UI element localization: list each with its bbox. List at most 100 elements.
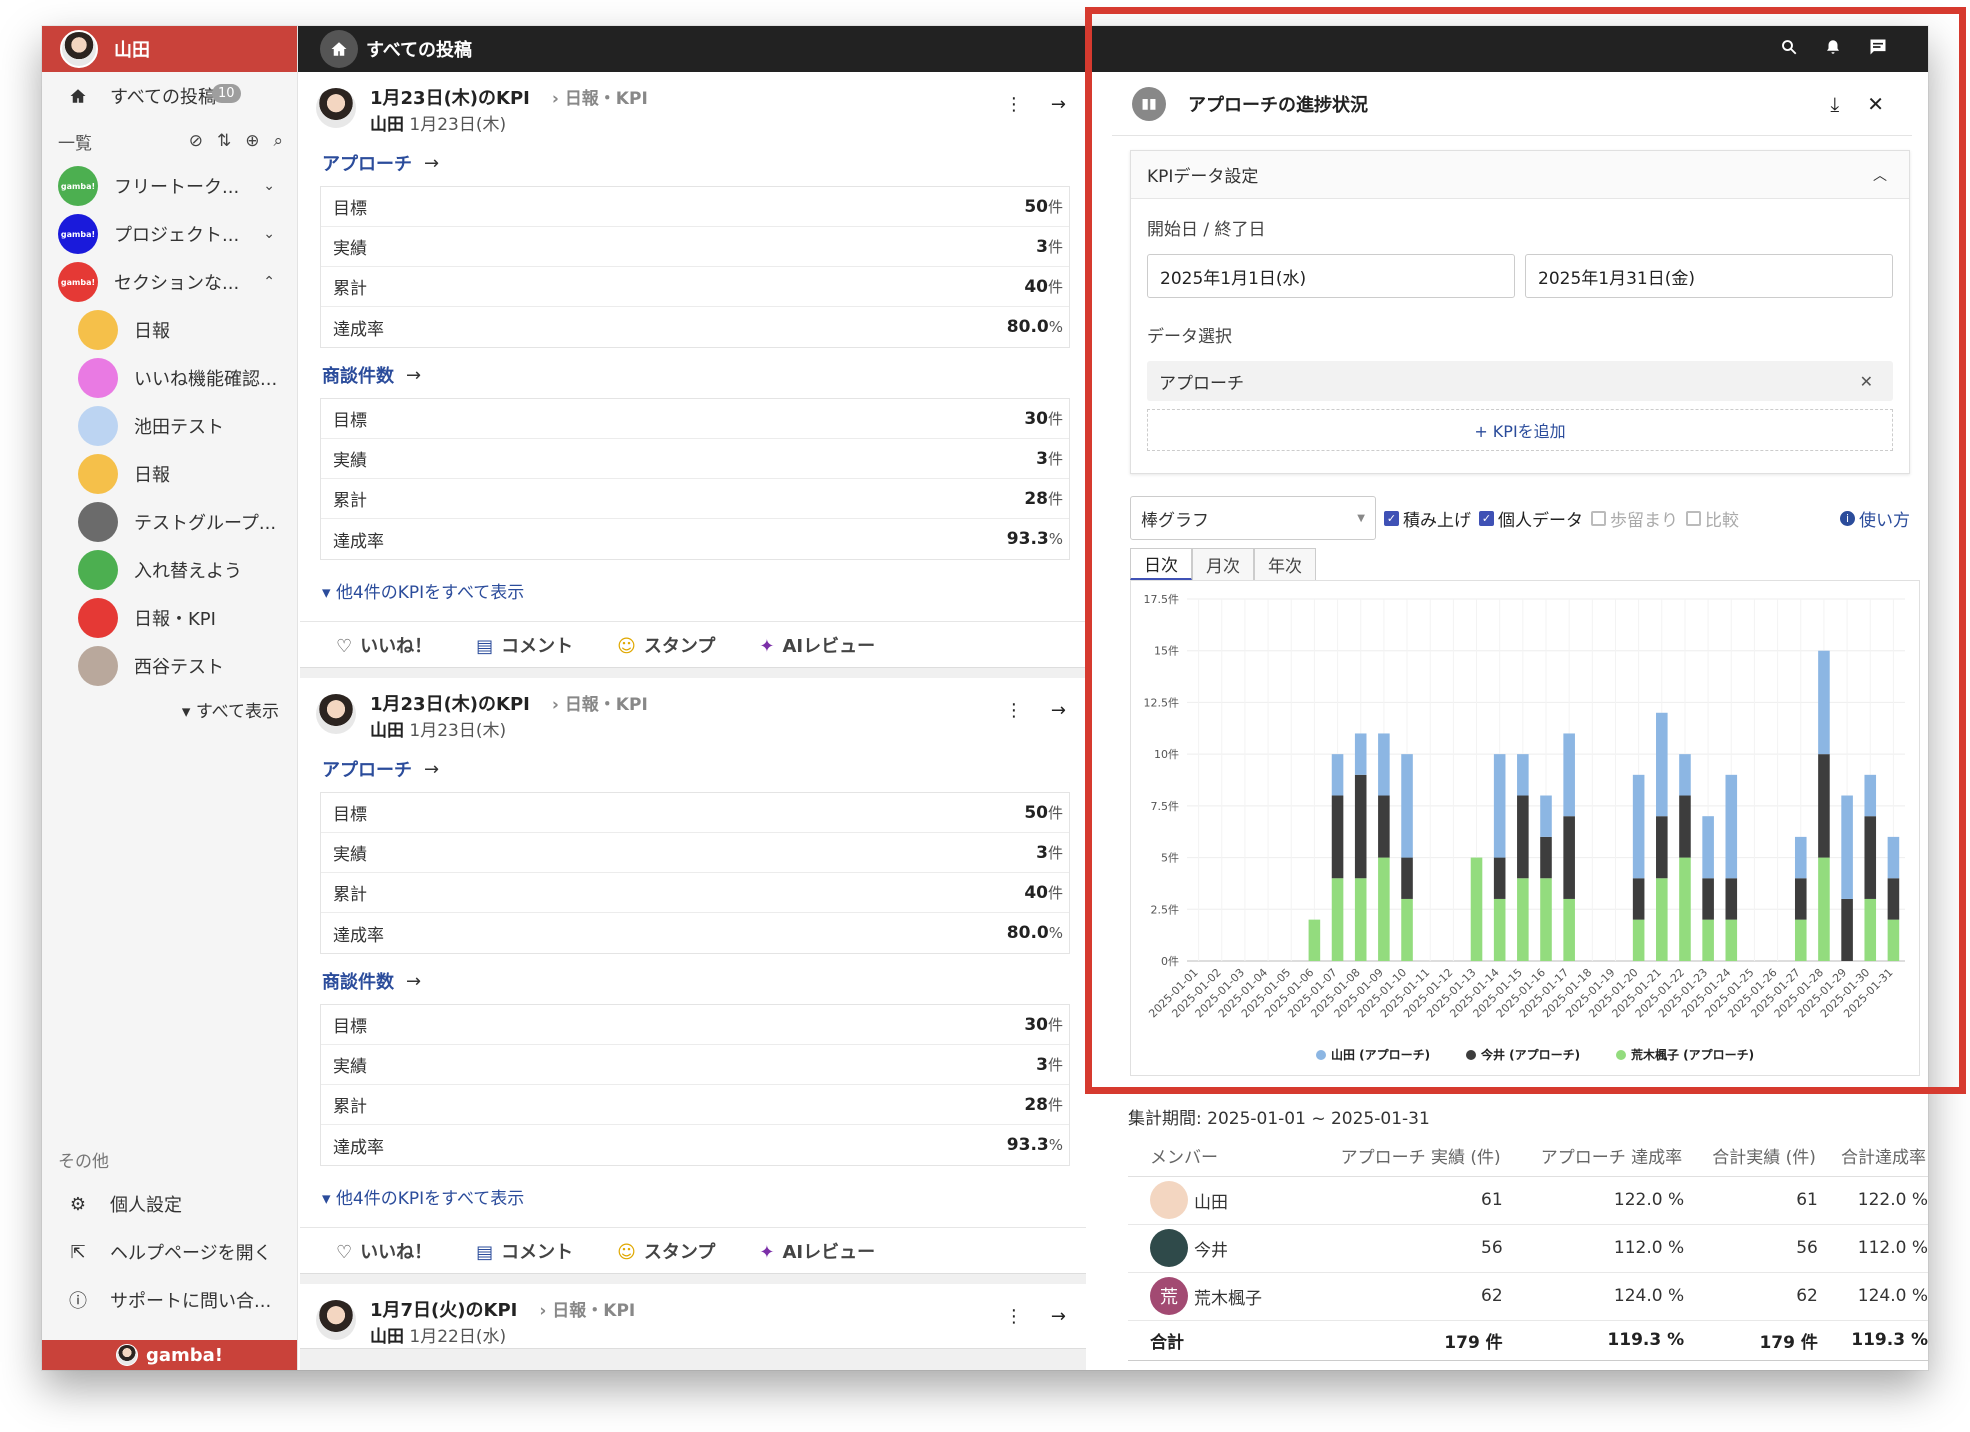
kpi-row-value: 30 — [1024, 1015, 1048, 1035]
reaction-bar: ♡ いいね！ ▤ コメント ☺ スタンプ ✦ AIレビュー — [300, 621, 1086, 667]
kpi-row-value: 80.0 — [1006, 317, 1049, 337]
selected-kpi-chip[interactable]: アプローチ ✕ — [1147, 361, 1893, 401]
post-category[interactable]: › 日報・KPI — [539, 1301, 635, 1321]
kpi-row-value: 93.3 — [1006, 529, 1049, 549]
sidebar-item-personal-settings[interactable]: ⚙ 個人設定 — [42, 1180, 297, 1228]
ai-review-button[interactable]: ✦ AIレビュー — [759, 632, 875, 658]
y-tick-label: 10件 — [1154, 748, 1179, 761]
chevron-up-icon[interactable]: ︿ — [1873, 165, 1887, 185]
add-circle-icon[interactable]: ⊕ — [245, 131, 259, 151]
show-all-button[interactable]: ▾ すべて表示 — [42, 690, 297, 734]
member-avatar — [1150, 1181, 1188, 1219]
tab-period-0[interactable]: 日次 — [1130, 548, 1192, 580]
chevron-icon[interactable]: ⌃ — [263, 274, 275, 290]
help-circle-icon: ⓘ — [69, 1291, 87, 1312]
kpi-row-label: 目標 — [333, 805, 367, 825]
arrow-right-icon[interactable]: → — [1051, 94, 1066, 115]
arrow-right-icon[interactable]: → — [1051, 700, 1066, 721]
bar-segment — [1632, 878, 1645, 920]
table-row: 荒荒木楓子 62 124.0 % 62 124.0 % — [1128, 1272, 1928, 1321]
remove-kpi-icon[interactable]: ✕ — [1860, 372, 1873, 391]
kpi-row: 実績 3件 — [321, 1045, 1069, 1085]
kpi-title-link[interactable]: 商談件数 → — [322, 362, 1070, 388]
stamp-button[interactable]: ☺ スタンプ — [617, 632, 715, 658]
option-checkbox-2[interactable]: 歩留まり — [1591, 506, 1678, 531]
chevron-icon[interactable]: ⌄ — [263, 178, 275, 194]
kpi-row: 実績 3件 — [321, 833, 1069, 873]
like-button[interactable]: ♡ いいね！ — [336, 632, 432, 658]
close-icon[interactable]: ✕ — [1867, 92, 1884, 116]
sidebar-subgroup-6[interactable]: 日報・KPI — [42, 594, 297, 642]
kpi-title-link[interactable]: アプローチ → — [322, 756, 1070, 782]
kpi-row-label: 達成率 — [333, 1137, 384, 1158]
sidebar-subgroup-5[interactable]: 入れ替えよう — [42, 546, 297, 594]
option-checkbox-0[interactable]: ✓ 積み上げ — [1384, 506, 1471, 531]
sidebar-subgroup-1[interactable]: いいね機能確認... — [42, 354, 297, 402]
like-button[interactable]: ♡ いいね！ — [336, 1238, 432, 1264]
sidebar-item-support[interactable]: ⓘ サポートに問い合... — [42, 1276, 297, 1324]
home-icon — [320, 30, 358, 68]
sidebar-item-help[interactable]: ⇱ ヘルプページを開く — [42, 1228, 297, 1276]
bar-segment — [1887, 919, 1900, 961]
sidebar-item-all-posts[interactable]: すべての投稿 10 — [42, 72, 297, 120]
sidebar-group-0[interactable]: gamba! フリートーク... ⌄ — [42, 162, 297, 210]
more-menu-icon[interactable]: ⋮ — [1005, 94, 1023, 115]
kpi-title-link[interactable]: 商談件数 → — [322, 968, 1070, 994]
comment-button[interactable]: ▤ コメント — [476, 1238, 573, 1264]
post-category[interactable]: › 日報・KPI — [552, 89, 648, 109]
post-title[interactable]: 1月23日(木)のKPI — [370, 694, 530, 715]
option-checkbox-3[interactable]: 比較 — [1686, 506, 1739, 531]
sidebar-subgroup-4[interactable]: テストグループ... — [42, 498, 297, 546]
kpi-row: 累計 28件 — [321, 1085, 1069, 1125]
user-header[interactable]: 山田 — [42, 26, 297, 72]
post-title[interactable]: 1月7日(火)のKPI — [370, 1300, 517, 1321]
post-category[interactable]: › 日報・KPI — [552, 695, 648, 715]
add-kpi-button[interactable]: + KPIを追加 — [1147, 409, 1893, 451]
user-avatar — [60, 30, 98, 68]
sort-icon[interactable]: ⇅ — [217, 131, 231, 151]
ai-review-button[interactable]: ✦ AIレビュー — [759, 1238, 875, 1264]
filter-off-icon[interactable]: ⊘ — [189, 131, 203, 151]
bell-icon[interactable] — [1824, 38, 1842, 60]
show-more-kpis-link[interactable]: ▾ 他4件のKPIをすべて表示 — [322, 1184, 1070, 1209]
sidebar-subgroup-7[interactable]: 西谷テスト — [42, 642, 297, 690]
sidebar-subgroup-2[interactable]: 池田テスト — [42, 402, 297, 450]
download-icon[interactable]: ⤓ — [1830, 92, 1839, 116]
more-menu-icon[interactable]: ⋮ — [1005, 1306, 1023, 1327]
chat-icon[interactable] — [1868, 37, 1888, 61]
author-avatar[interactable] — [316, 88, 356, 128]
sidebar-group-1[interactable]: gamba! プロジェクト... ⌄ — [42, 210, 297, 258]
group-list-header: 一覧 ⊘ ⇅ ⊕ ⌕ — [42, 120, 297, 162]
show-more-kpis-link[interactable]: ▾ 他4件のKPIをすべて表示 — [322, 578, 1070, 603]
bar-segment — [1493, 898, 1506, 961]
tab-period-2[interactable]: 年次 — [1254, 548, 1316, 580]
post-title[interactable]: 1月23日(木)のKPI — [370, 88, 530, 109]
kpi-settings-header[interactable]: KPIデータ設定 ︿ — [1131, 151, 1909, 199]
bar-segment — [1841, 898, 1853, 961]
tab-period-1[interactable]: 月次 — [1192, 548, 1254, 580]
post-author: 山田 — [370, 115, 404, 135]
howto-link[interactable]: i 使い方 — [1840, 506, 1910, 531]
author-avatar[interactable] — [316, 694, 356, 734]
more-menu-icon[interactable]: ⋮ — [1005, 700, 1023, 721]
option-checkbox-1[interactable]: ✓ 個人データ — [1479, 506, 1583, 531]
kpi-title-link[interactable]: アプローチ → — [322, 150, 1070, 176]
chevron-icon[interactable]: ⌄ — [263, 226, 275, 242]
arrow-right-icon: → — [406, 970, 422, 992]
sidebar-subgroup-0[interactable]: 日報 — [42, 306, 297, 354]
search-icon[interactable]: ⌕ — [273, 131, 283, 151]
summary-cell: 112.0 % — [1502, 1224, 1685, 1273]
comment-button[interactable]: ▤ コメント — [476, 632, 573, 658]
start-date-field[interactable]: 2025年1月1日(水) — [1147, 254, 1515, 298]
search-icon[interactable] — [1780, 38, 1798, 60]
author-avatar[interactable] — [316, 1300, 356, 1340]
sidebar-group-2[interactable]: gamba! セクションな... ⌃ — [42, 258, 297, 306]
sidebar-subgroup-3[interactable]: 日報 — [42, 450, 297, 498]
chart-type-select[interactable]: 棒グラフ ▼ — [1130, 496, 1376, 540]
arrow-right-icon[interactable]: → — [1051, 1306, 1066, 1327]
end-date-field[interactable]: 2025年1月31日(金) — [1525, 254, 1893, 298]
bar-segment — [1632, 774, 1645, 879]
stamp-button[interactable]: ☺ スタンプ — [617, 1238, 715, 1264]
sparkle-icon: ✦ — [759, 635, 775, 657]
bar-segment — [1794, 836, 1807, 879]
